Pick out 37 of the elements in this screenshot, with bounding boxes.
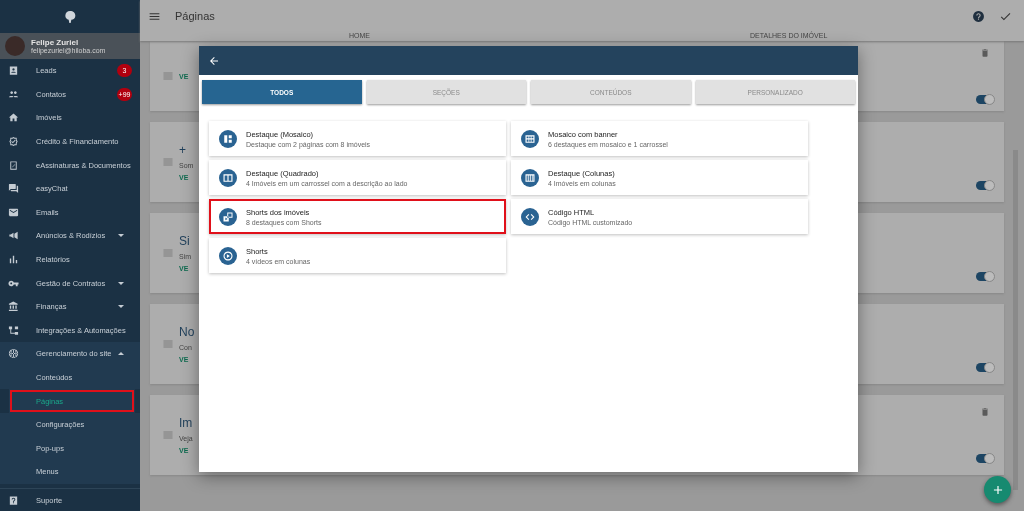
help-icon[interactable] — [972, 9, 985, 23]
flow-diagram-icon — [8, 324, 19, 336]
section-title: No — [179, 325, 195, 339]
grid-icon — [521, 129, 539, 148]
help-icon — [8, 494, 19, 506]
mosaic-icon — [219, 129, 237, 148]
user-name: Felipe Zuriel — [31, 38, 80, 47]
back-arrow-icon[interactable] — [208, 54, 220, 67]
toggle-switch[interactable] — [976, 181, 994, 190]
home-icon — [8, 112, 19, 124]
toggle-switch[interactable] — [976, 95, 994, 104]
chat-bubbles-icon — [8, 183, 19, 195]
toggle-switch[interactable] — [976, 272, 994, 281]
edit-document-icon — [8, 159, 19, 171]
play-circle-icon — [219, 246, 237, 265]
globe-icon — [8, 348, 19, 360]
toggle-switch[interactable] — [976, 454, 994, 463]
mail-icon — [8, 206, 19, 218]
megaphone-icon — [8, 230, 19, 242]
overlapping-squares-icon — [219, 207, 237, 226]
add-button[interactable] — [984, 476, 1011, 503]
scrollbar[interactable] — [1013, 150, 1018, 490]
trash-icon[interactable] — [980, 407, 990, 417]
contact-card-icon — [8, 65, 19, 77]
code-brackets-icon — [521, 207, 539, 226]
bank-icon — [8, 301, 19, 313]
page-title: Páginas — [175, 10, 215, 22]
trash-icon[interactable] — [980, 48, 990, 58]
section-title: Si — [179, 234, 191, 248]
check-badge-icon — [8, 136, 19, 148]
section-title: + — [179, 143, 187, 157]
columns-icon — [521, 168, 539, 187]
section-title: Im — [179, 416, 193, 430]
toggle-switch[interactable] — [976, 363, 994, 372]
people-icon — [8, 88, 19, 100]
avatar — [5, 36, 25, 56]
bar-chart-icon — [8, 254, 19, 266]
